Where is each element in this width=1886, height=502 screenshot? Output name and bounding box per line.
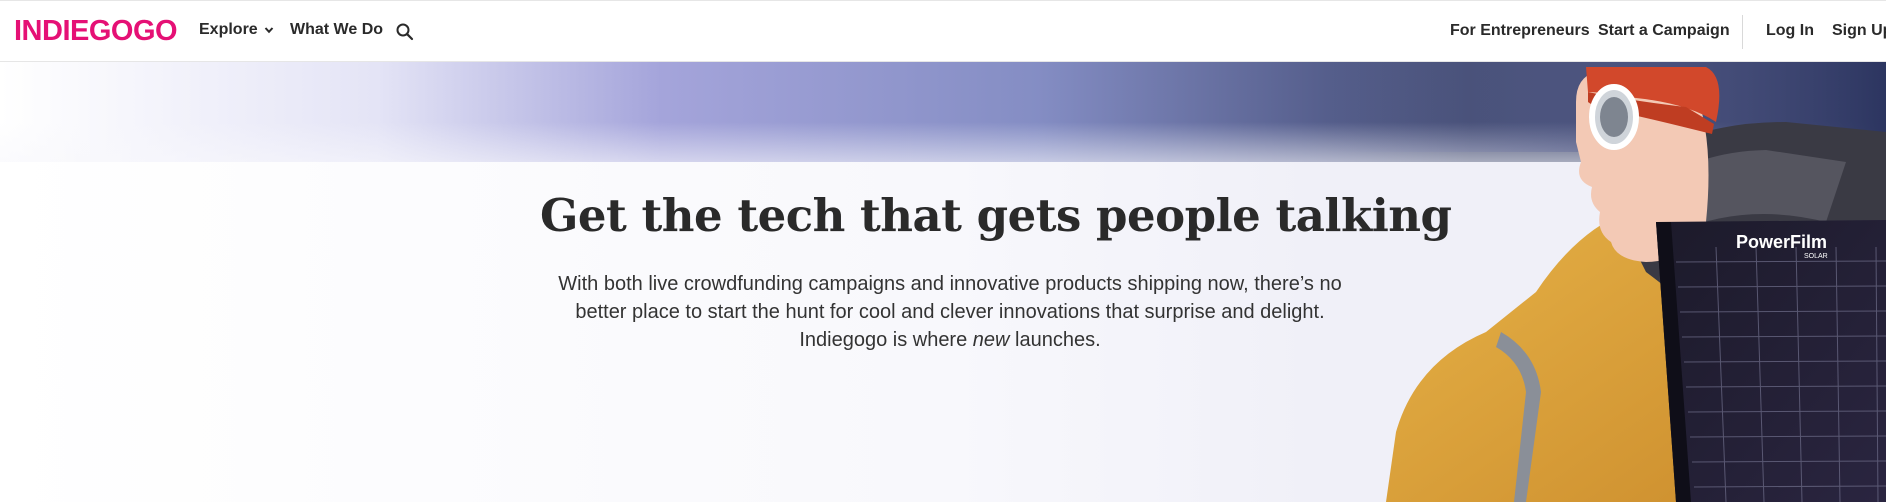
powerfilm-brand-text: PowerFilm — [1736, 232, 1827, 252]
what-we-do-link[interactable]: What We Do — [290, 21, 383, 39]
explore-menu[interactable]: Explore — [199, 21, 274, 39]
sign-up-link[interactable]: Sign Up — [1832, 22, 1886, 40]
powerfilm-brand-subtext: SOLAR — [1804, 253, 1828, 260]
for-entrepreneurs-link[interactable]: For Entrepreneurs — [1450, 22, 1590, 40]
chevron-down-icon — [264, 27, 273, 34]
search-icon[interactable] — [395, 22, 415, 42]
top-navigation-bar: INDIEGOGO Explore What We Do For Entrepr… — [0, 0, 1886, 62]
hero-photo-hiker-with-solar-panel: PowerFilm SOLAR — [1326, 62, 1886, 502]
hero-description-part2: launches. — [1009, 328, 1101, 351]
start-campaign-link[interactable]: Start a Campaign — [1598, 22, 1730, 40]
hero-description: With both live crowdfunding campaigns an… — [545, 270, 1355, 354]
hero-content: Get the tech that gets people talking Wi… — [540, 189, 1452, 354]
hero-description-part1: With both live crowdfunding campaigns an… — [558, 272, 1342, 351]
hero-description-emphasis: new — [972, 328, 1010, 351]
explore-label: Explore — [199, 21, 258, 38]
hero-title: Get the tech that gets people talking — [540, 189, 1452, 242]
hero-banner: PowerFilm SOLAR Get the tech that gets p… — [0, 62, 1886, 502]
log-in-link[interactable]: Log In — [1766, 22, 1814, 40]
indiegogo-logo[interactable]: INDIEGOGO — [14, 15, 178, 48]
nav-divider — [1742, 15, 1743, 49]
